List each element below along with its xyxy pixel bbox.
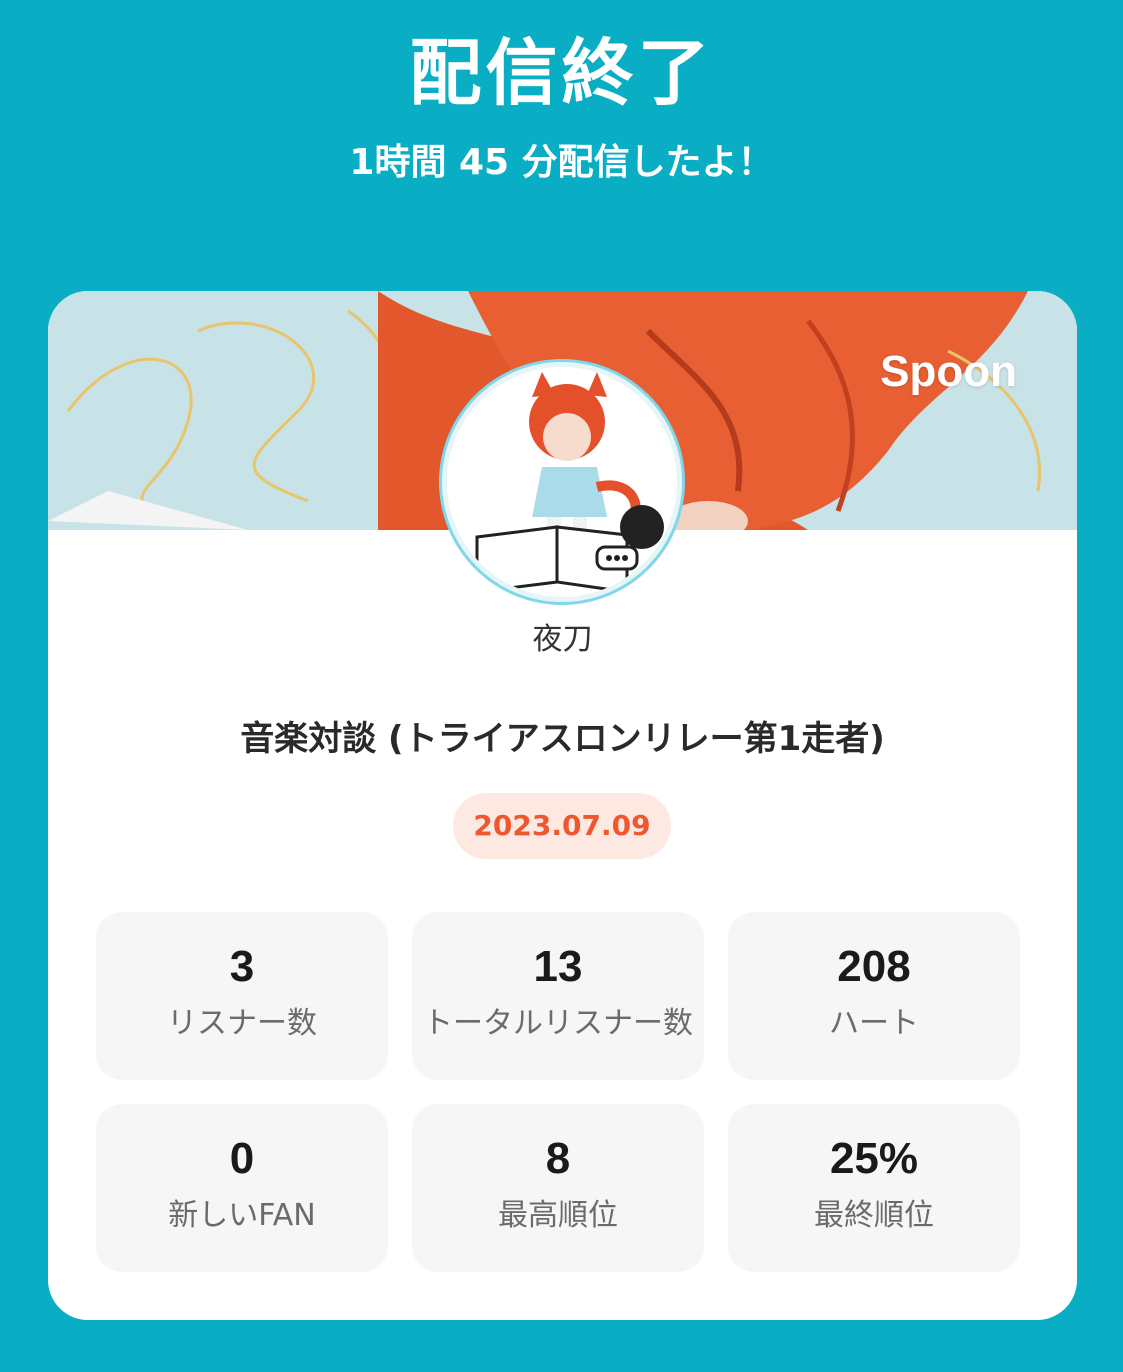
stat-highest-rank: 8 最高順位 <box>412 1104 704 1272</box>
summary-card: Spoon 夜刀 夜刀 音楽対談 (トライアスロンリレー第1走者) 2023.0… <box>48 291 1077 1320</box>
stat-label: 新しいFAN <box>168 1198 316 1233</box>
stat-value: 25% <box>829 1134 919 1183</box>
stats-grid: 3 リスナー数 13 トータルリスナー数 208 ハート 0 新しいFAN 8 … <box>96 912 1020 1272</box>
spoon-logo: Spoon <box>880 347 1017 396</box>
date-badge: 2023.07.09 <box>453 793 671 859</box>
stat-final-rank: 25% 最終順位 <box>728 1104 1020 1272</box>
username: 夜刀 <box>532 622 593 657</box>
page-title: 配信終了 <box>409 31 714 115</box>
avatar[interactable]: 夜刀 <box>442 362 682 602</box>
stat-total-listeners: 13 トータルリスナー数 <box>412 912 704 1080</box>
stat-label: リスナー数 <box>167 1006 317 1041</box>
stat-value: 13 <box>533 942 583 991</box>
stat-value: 0 <box>229 1134 255 1183</box>
stat-hearts: 208 ハート <box>728 912 1020 1080</box>
stat-label: トータルリスナー数 <box>423 1006 693 1041</box>
stat-label: ハート <box>829 1006 919 1041</box>
broadcast-duration: 1時間 45 分配信したよ！ <box>349 142 774 183</box>
stat-label: 最高順位 <box>498 1198 618 1233</box>
stat-value: 8 <box>545 1134 571 1183</box>
stat-label: 最終順位 <box>814 1198 934 1233</box>
avatar-illustration <box>447 367 677 597</box>
stat-value: 3 <box>229 942 255 991</box>
live-title: 音楽対談 (トライアスロンリレー第1走者) <box>240 719 885 759</box>
stat-new-fans: 0 新しいFAN <box>96 1104 388 1272</box>
stat-value: 208 <box>837 942 911 991</box>
stat-listeners: 3 リスナー数 <box>96 912 388 1080</box>
